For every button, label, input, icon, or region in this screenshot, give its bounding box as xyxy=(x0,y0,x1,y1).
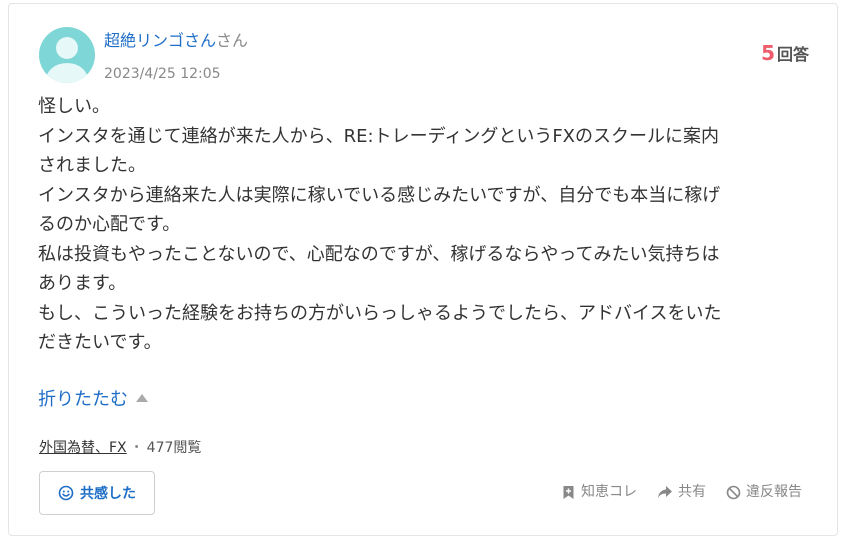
user-line: 超絶リンゴさんさん xyxy=(104,30,248,52)
empathy-button[interactable]: 共感した xyxy=(39,471,155,515)
share-button[interactable]: 共有 xyxy=(657,482,706,502)
view-count: 477閲覧 xyxy=(146,440,202,456)
user-name-suffix: さん xyxy=(216,31,249,50)
empathy-button-label: 共感した xyxy=(80,486,136,502)
avatar-head-shape xyxy=(56,37,78,59)
question-line: もし、こういった経験をお持ちの方がいらっしゃるようでしたら、アドバイスをいた xyxy=(38,302,722,324)
category-link[interactable]: 外国為替、FX xyxy=(39,440,127,456)
answer-count[interactable]: 5 回答 xyxy=(761,42,809,66)
avatar-body-shape xyxy=(46,63,88,83)
prohibited-icon xyxy=(726,485,741,499)
triangle-up-icon xyxy=(136,394,148,402)
share-arrow-icon xyxy=(658,486,672,498)
action-bar: 知恵コレ 共有 違反報告 xyxy=(541,482,802,502)
question-meta: 外国為替、FX ・ 477閲覧 xyxy=(39,438,201,458)
user-name-link[interactable]: 超絶リンゴさん xyxy=(104,31,216,50)
question-line: るのか心配です。 xyxy=(38,214,181,235)
question-line: されました。 xyxy=(38,155,146,176)
collapse-label: 折りたたむ xyxy=(38,389,128,410)
bookmark-plus-icon xyxy=(563,485,574,499)
question-line: だきたいです。 xyxy=(38,332,162,353)
collapse-toggle[interactable]: 折りたたむ xyxy=(38,387,148,413)
post-date: 2023/4/25 12:05 xyxy=(104,66,221,82)
share-label: 共有 xyxy=(678,484,706,500)
user-avatar-icon[interactable] xyxy=(39,27,95,83)
question-line: 私は投資もやったことないので、心配なのですが、稼げるならやってみたい気持ちは xyxy=(38,243,720,265)
question-body: 怪しい。 インスタを通じて連絡が来た人から、RE:トレーディングというFXのスク… xyxy=(38,92,803,358)
smile-icon xyxy=(58,485,74,501)
question-card: 超絶リンゴさんさん 2023/4/25 12:05 5 回答 怪しい。 インスタを… xyxy=(8,3,838,536)
question-line: インスタから連絡来た人は実際に稼いでいる感じみたいですが、自分でも本当に稼げ xyxy=(38,184,721,206)
answer-count-number: 5 xyxy=(761,41,775,65)
knowledge-collection-button[interactable]: 知恵コレ xyxy=(561,482,637,502)
knowledge-collection-label: 知恵コレ xyxy=(581,484,637,500)
answer-count-label: 回答 xyxy=(776,45,809,64)
report-label: 違反報告 xyxy=(746,484,802,500)
report-button[interactable]: 違反報告 xyxy=(726,482,802,502)
meta-separator: ・ xyxy=(129,440,144,456)
question-line: 怪しい。 xyxy=(38,96,110,117)
question-line: インスタを通じて連絡が来た人から、RE:トレーディングというFXのスクールに案内 xyxy=(38,125,720,147)
question-line: あります。 xyxy=(38,273,127,294)
